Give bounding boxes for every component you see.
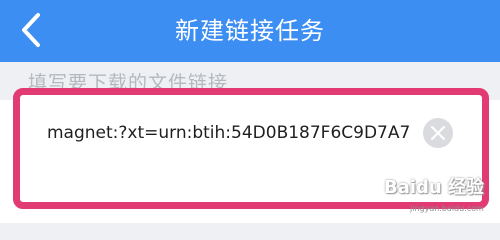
close-icon xyxy=(431,126,445,140)
page-title: 新建链接任务 xyxy=(175,17,325,45)
clear-input-button[interactable] xyxy=(423,118,453,148)
link-input[interactable] xyxy=(47,115,417,151)
app-header: 新建链接任务 xyxy=(0,0,500,62)
baidu-watermark: Baidu 经验 xyxy=(384,177,485,198)
baidu-watermark-url: jingyan.baidu.com xyxy=(410,204,484,213)
